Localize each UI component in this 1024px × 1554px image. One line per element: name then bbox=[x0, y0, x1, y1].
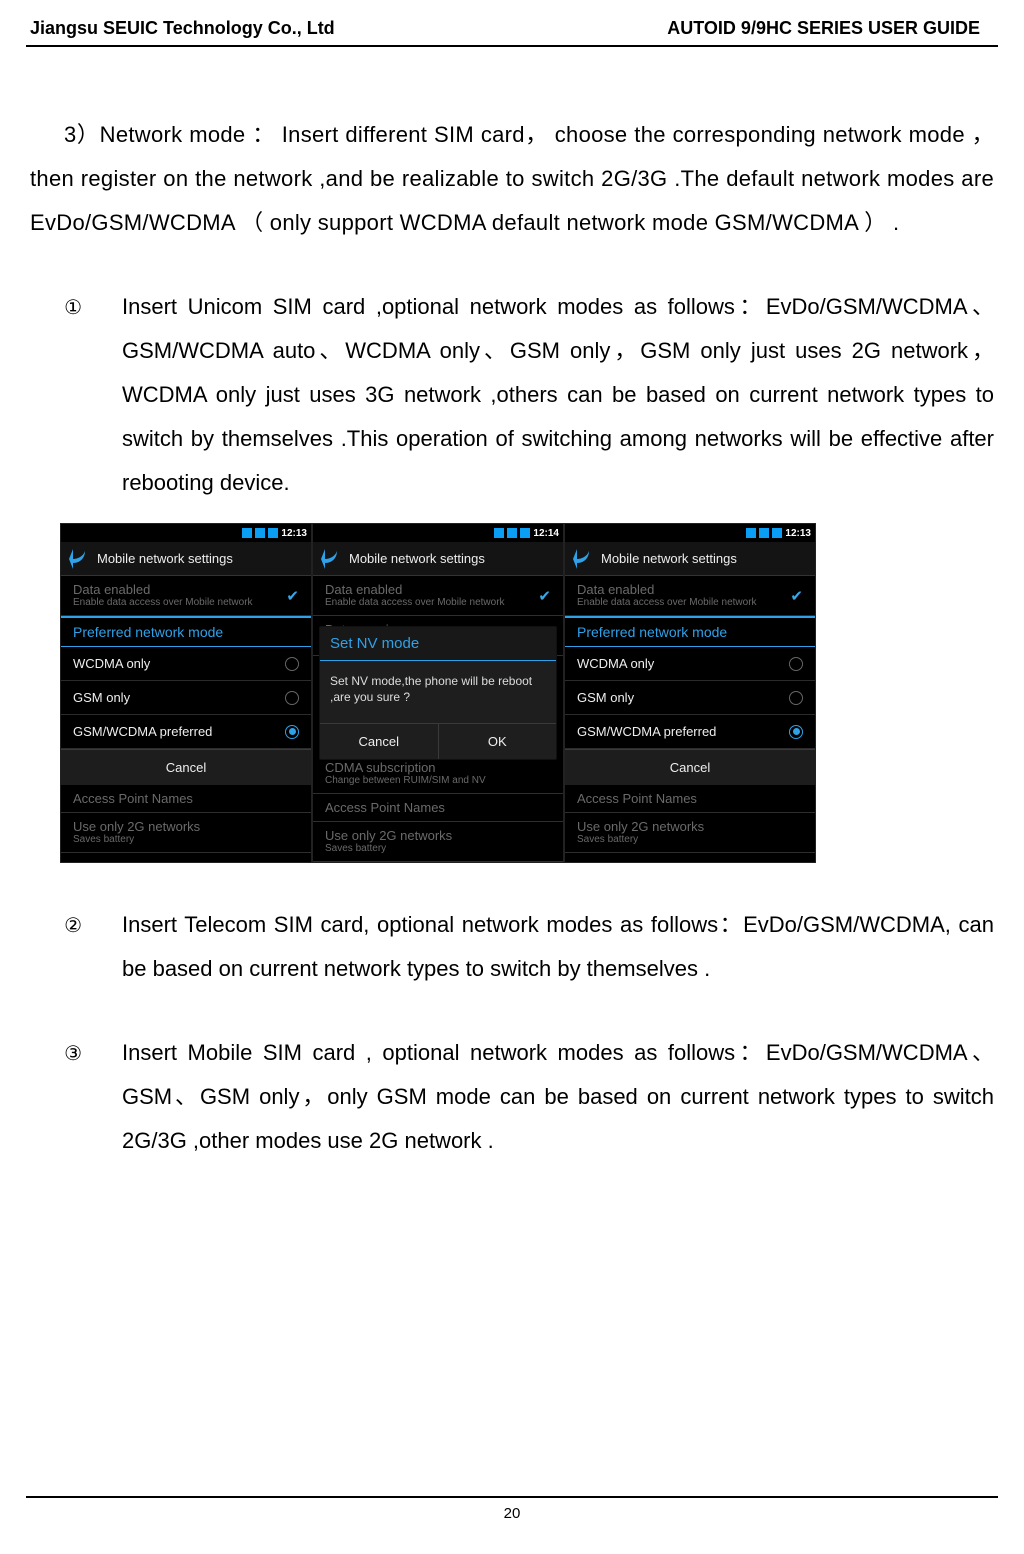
dialog-body: Set NV mode,the phone will be reboot ,ar… bbox=[320, 661, 556, 723]
opt-label: GSM/WCDMA preferred bbox=[73, 724, 212, 739]
status-time: 12:13 bbox=[785, 528, 811, 539]
data-enabled-label: Data enabled bbox=[577, 582, 757, 597]
screen-title: Mobile network settings bbox=[601, 551, 737, 566]
paragraph-network-mode: 3）Network mode ： Insert different SIM ca… bbox=[30, 113, 994, 245]
option-gsm-only[interactable]: GSM only bbox=[565, 681, 815, 715]
nv-mode-dialog: Set NV mode Set NV mode,the phone will b… bbox=[319, 626, 557, 760]
check-icon: ✔ bbox=[286, 587, 299, 605]
cancel-button[interactable]: Cancel bbox=[61, 749, 311, 785]
opt-label: WCDMA only bbox=[577, 656, 654, 671]
screenshot-2: 12:14 Mobile network settings Data enabl… bbox=[312, 523, 564, 863]
radio-icon bbox=[789, 657, 803, 671]
screenshot-1: 12:13 Mobile network settings Data enabl… bbox=[60, 523, 312, 863]
apn-label: Access Point Names bbox=[73, 791, 299, 806]
row-apn[interactable]: Access Point Names bbox=[61, 785, 311, 813]
signal-icon bbox=[255, 528, 265, 538]
data-enabled-sub: Enable data access over Mobile network bbox=[577, 597, 757, 609]
back-icon[interactable] bbox=[571, 547, 595, 571]
row-data-enabled[interactable]: Data enabledEnable data access over Mobi… bbox=[61, 576, 311, 616]
header-right: AUTOID 9/9HC SERIES USER GUIDE bbox=[667, 18, 980, 39]
page-content: 3）Network mode ： Insert different SIM ca… bbox=[0, 51, 1024, 1201]
row-use-2g[interactable]: Use only 2G networksSaves battery bbox=[565, 813, 815, 853]
footer-divider bbox=[26, 1496, 998, 1498]
dialog-title: Preferred network mode bbox=[61, 616, 311, 647]
screenshot-3: 12:13 Mobile network settings Data enabl… bbox=[564, 523, 816, 863]
radio-on-icon bbox=[285, 725, 299, 739]
list-mark-1: ① bbox=[30, 285, 122, 505]
opt-label: WCDMA only bbox=[73, 656, 150, 671]
use2g-label: Use only 2G networks bbox=[73, 819, 299, 834]
radio-icon bbox=[285, 691, 299, 705]
signal-icon bbox=[242, 528, 252, 538]
opt-label: GSM/WCDMA preferred bbox=[577, 724, 716, 739]
option-gsm-wcdma-preferred[interactable]: GSM/WCDMA preferred bbox=[565, 715, 815, 749]
radio-icon bbox=[285, 657, 299, 671]
dialog-title: Preferred network mode bbox=[565, 616, 815, 647]
data-enabled-label: Data enabled bbox=[73, 582, 253, 597]
opt-label: GSM only bbox=[73, 690, 130, 705]
list-mark-2: ② bbox=[30, 903, 122, 991]
row-data-enabled[interactable]: Data enabledEnable data access over Mobi… bbox=[565, 576, 815, 616]
option-gsm-only[interactable]: GSM only bbox=[61, 681, 311, 715]
list-body-3: Insert Mobile SIM card , optional networ… bbox=[122, 1031, 994, 1163]
page-number: 20 bbox=[0, 1505, 1024, 1522]
check-icon: ✔ bbox=[790, 587, 803, 605]
radio-icon bbox=[789, 691, 803, 705]
ok-button[interactable]: OK bbox=[439, 724, 557, 759]
option-gsm-wcdma-preferred[interactable]: GSM/WCDMA preferred bbox=[61, 715, 311, 749]
battery-icon bbox=[772, 528, 782, 538]
signal-icon bbox=[746, 528, 756, 538]
screen-title: Mobile network settings bbox=[97, 551, 233, 566]
header-left: Jiangsu SEUIC Technology Co., Ltd bbox=[30, 18, 335, 39]
use2g-label: Use only 2G networks bbox=[577, 819, 803, 834]
status-time: 12:13 bbox=[281, 528, 307, 539]
opt-label: GSM only bbox=[577, 690, 634, 705]
use2g-sub: Saves battery bbox=[577, 834, 803, 846]
data-enabled-sub: Enable data access over Mobile network bbox=[73, 597, 253, 609]
use2g-sub: Saves battery bbox=[73, 834, 299, 846]
cancel-button[interactable]: Cancel bbox=[320, 724, 439, 759]
screenshot-row: 12:13 Mobile network settings Data enabl… bbox=[60, 523, 994, 863]
dialog-title: Set NV mode bbox=[320, 627, 556, 661]
cancel-button[interactable]: Cancel bbox=[565, 749, 815, 785]
header-divider bbox=[26, 45, 998, 47]
row-use-2g[interactable]: Use only 2G networksSaves battery bbox=[61, 813, 311, 853]
list-body-1: Insert Unicom SIM card ,optional network… bbox=[122, 285, 994, 505]
option-wcdma-only[interactable]: WCDMA only bbox=[565, 647, 815, 681]
apn-label: Access Point Names bbox=[577, 791, 803, 806]
list-body-2: Insert Telecom SIM card, optional networ… bbox=[122, 903, 994, 991]
signal-icon bbox=[759, 528, 769, 538]
back-icon[interactable] bbox=[67, 547, 91, 571]
option-wcdma-only[interactable]: WCDMA only bbox=[61, 647, 311, 681]
row-apn[interactable]: Access Point Names bbox=[565, 785, 815, 813]
list-mark-3: ③ bbox=[30, 1031, 122, 1163]
radio-on-icon bbox=[789, 725, 803, 739]
battery-icon bbox=[268, 528, 278, 538]
